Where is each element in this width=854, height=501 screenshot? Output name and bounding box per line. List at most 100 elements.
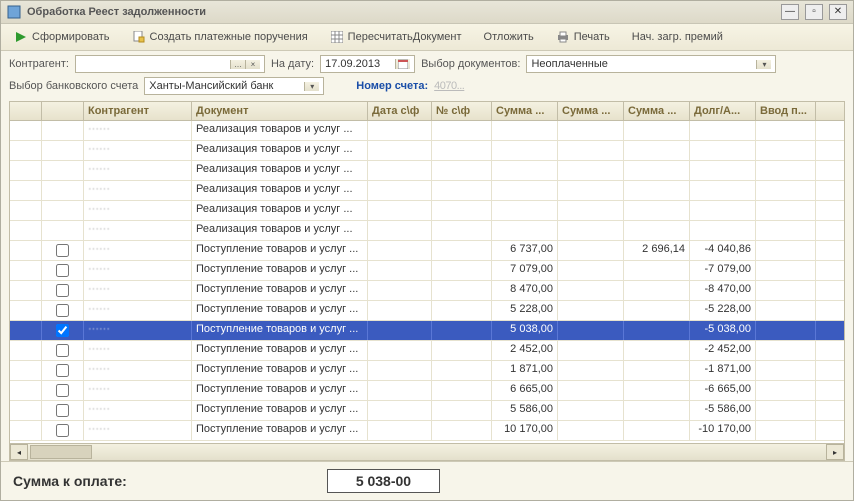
cell-enter xyxy=(756,321,816,340)
cell-counterparty: ······ xyxy=(84,221,192,240)
cell-debt xyxy=(690,201,756,220)
bank-combo[interactable]: Ханты-Мансийский банк ▾ xyxy=(144,77,324,95)
col-invoice-no[interactable]: № с\ф xyxy=(432,102,492,120)
col-document[interactable]: Документ xyxy=(192,102,368,120)
table-row[interactable]: ······Поступление товаров и услуг ...6 7… xyxy=(10,241,844,261)
cell-invoice-date xyxy=(368,181,432,200)
form-label: Сформировать xyxy=(32,31,110,43)
cell-invoice-date xyxy=(368,221,432,240)
cell-counterparty: ······ xyxy=(84,241,192,260)
col-invoice-date[interactable]: Дата с\ф xyxy=(368,102,432,120)
calendar-icon[interactable] xyxy=(395,59,410,69)
table-row[interactable]: ······Реализация товаров и услуг ... xyxy=(10,221,844,241)
ellipsis-icon[interactable]: … xyxy=(230,60,245,69)
recalc-button[interactable]: ПересчитатьДокумент xyxy=(323,27,469,47)
cell-sum1: 5 038,00 xyxy=(492,321,558,340)
row-checkbox[interactable] xyxy=(56,244,69,257)
cell-invoice-no xyxy=(432,261,492,280)
row-marker xyxy=(10,121,42,140)
cell-sum3 xyxy=(624,121,690,140)
table-row[interactable]: ······Поступление товаров и услуг ...5 5… xyxy=(10,401,844,421)
cell-invoice-no xyxy=(432,161,492,180)
cell-document: Реализация товаров и услуг ... xyxy=(192,161,368,180)
account-number-link[interactable]: 4070... xyxy=(434,80,464,92)
cell-counterparty: ······ xyxy=(84,321,192,340)
counterparty-combo[interactable]: … × xyxy=(75,55,265,73)
table-row[interactable]: ······Поступление товаров и услуг ...2 4… xyxy=(10,341,844,361)
cell-invoice-date xyxy=(368,141,432,160)
date-field[interactable]: 17.09.2013 xyxy=(320,55,415,73)
row-checkbox[interactable] xyxy=(56,304,69,317)
print-label: Печать xyxy=(574,31,610,43)
cell-sum3 xyxy=(624,201,690,220)
form-button[interactable]: Сформировать xyxy=(7,27,117,47)
doc-select-combo[interactable]: Неоплаченные ▾ xyxy=(526,55,776,73)
row-checkbox[interactable] xyxy=(56,324,69,337)
row-checkbox[interactable] xyxy=(56,264,69,277)
row-checkbox-cell xyxy=(42,321,84,340)
table-row[interactable]: ······Реализация товаров и услуг ... xyxy=(10,121,844,141)
row-checkbox[interactable] xyxy=(56,404,69,417)
cell-document: Поступление товаров и услуг ... xyxy=(192,261,368,280)
maximize-button[interactable]: ▫ xyxy=(805,4,823,20)
table-row[interactable]: ······Поступление товаров и услуг ...8 4… xyxy=(10,281,844,301)
print-button[interactable]: Печать xyxy=(549,27,617,47)
col-checkbox[interactable] xyxy=(42,102,84,120)
table-row[interactable]: ······Поступление товаров и услуг ...5 2… xyxy=(10,301,844,321)
clear-icon[interactable]: × xyxy=(245,60,260,69)
table-row[interactable]: ······Поступление товаров и услуг ...6 6… xyxy=(10,381,844,401)
table-row[interactable]: ······Поступление товаров и услуг ...5 0… xyxy=(10,321,844,341)
close-button[interactable]: ✕ xyxy=(829,4,847,20)
col-rowmarker[interactable] xyxy=(10,102,42,120)
cell-sum2 xyxy=(558,141,624,160)
app-window: Обработка Реест задолженности — ▫ ✕ Сфор… xyxy=(0,0,854,501)
cell-sum2 xyxy=(558,261,624,280)
table-row[interactable]: ······Поступление товаров и услуг ...7 0… xyxy=(10,261,844,281)
table-row[interactable]: ······Реализация товаров и услуг ... xyxy=(10,141,844,161)
table-icon xyxy=(330,30,344,44)
col-counterparty[interactable]: Контрагент xyxy=(84,102,192,120)
horizontal-scrollbar[interactable]: ◂ ▸ xyxy=(10,443,844,460)
table-row[interactable]: ······Реализация товаров и услуг ... xyxy=(10,161,844,181)
row-checkbox[interactable] xyxy=(56,384,69,397)
table-row[interactable]: ······Реализация товаров и услуг ... xyxy=(10,201,844,221)
scroll-right-icon[interactable]: ▸ xyxy=(826,444,844,460)
row-checkbox[interactable] xyxy=(56,424,69,437)
create-payments-label: Создать платежные поручения xyxy=(150,31,308,43)
cell-enter xyxy=(756,241,816,260)
row-checkbox[interactable] xyxy=(56,284,69,297)
cell-sum1 xyxy=(492,121,558,140)
minimize-button[interactable]: — xyxy=(781,4,799,20)
row-marker xyxy=(10,201,42,220)
grid-body[interactable]: ······Реализация товаров и услуг ...····… xyxy=(10,121,844,443)
col-debt[interactable]: Долг/А... xyxy=(690,102,756,120)
col-sum3[interactable]: Сумма ... xyxy=(624,102,690,120)
table-row[interactable]: ······Поступление товаров и услуг ...10 … xyxy=(10,421,844,441)
row-checkbox[interactable] xyxy=(56,364,69,377)
cell-invoice-date xyxy=(368,301,432,320)
scroll-thumb[interactable] xyxy=(30,445,92,459)
row-checkbox[interactable] xyxy=(56,344,69,357)
col-sum2[interactable]: Сумма ... xyxy=(558,102,624,120)
sum-to-pay-value: 5 038-00 xyxy=(327,469,440,493)
scroll-left-icon[interactable]: ◂ xyxy=(10,444,28,460)
chevron-down-icon[interactable]: ▾ xyxy=(756,60,771,69)
cell-sum1: 5 586,00 xyxy=(492,401,558,420)
cell-debt xyxy=(690,181,756,200)
postpone-button[interactable]: Отложить xyxy=(477,28,541,46)
row-marker xyxy=(10,141,42,160)
row-marker xyxy=(10,181,42,200)
cell-document: Поступление товаров и услуг ... xyxy=(192,361,368,380)
cell-sum2 xyxy=(558,121,624,140)
cell-invoice-date xyxy=(368,261,432,280)
cell-invoice-no xyxy=(432,201,492,220)
table-row[interactable]: ······Реализация товаров и услуг ... xyxy=(10,181,844,201)
cell-sum1: 7 079,00 xyxy=(492,261,558,280)
chevron-down-icon[interactable]: ▾ xyxy=(304,82,319,91)
col-enter[interactable]: Ввод п... xyxy=(756,102,816,120)
cell-invoice-date xyxy=(368,421,432,440)
create-payments-button[interactable]: Создать платежные поручения xyxy=(125,27,315,47)
load-premium-button[interactable]: Нач. загр. премий xyxy=(625,28,730,46)
table-row[interactable]: ······Поступление товаров и услуг ...1 8… xyxy=(10,361,844,381)
col-sum1[interactable]: Сумма ... xyxy=(492,102,558,120)
